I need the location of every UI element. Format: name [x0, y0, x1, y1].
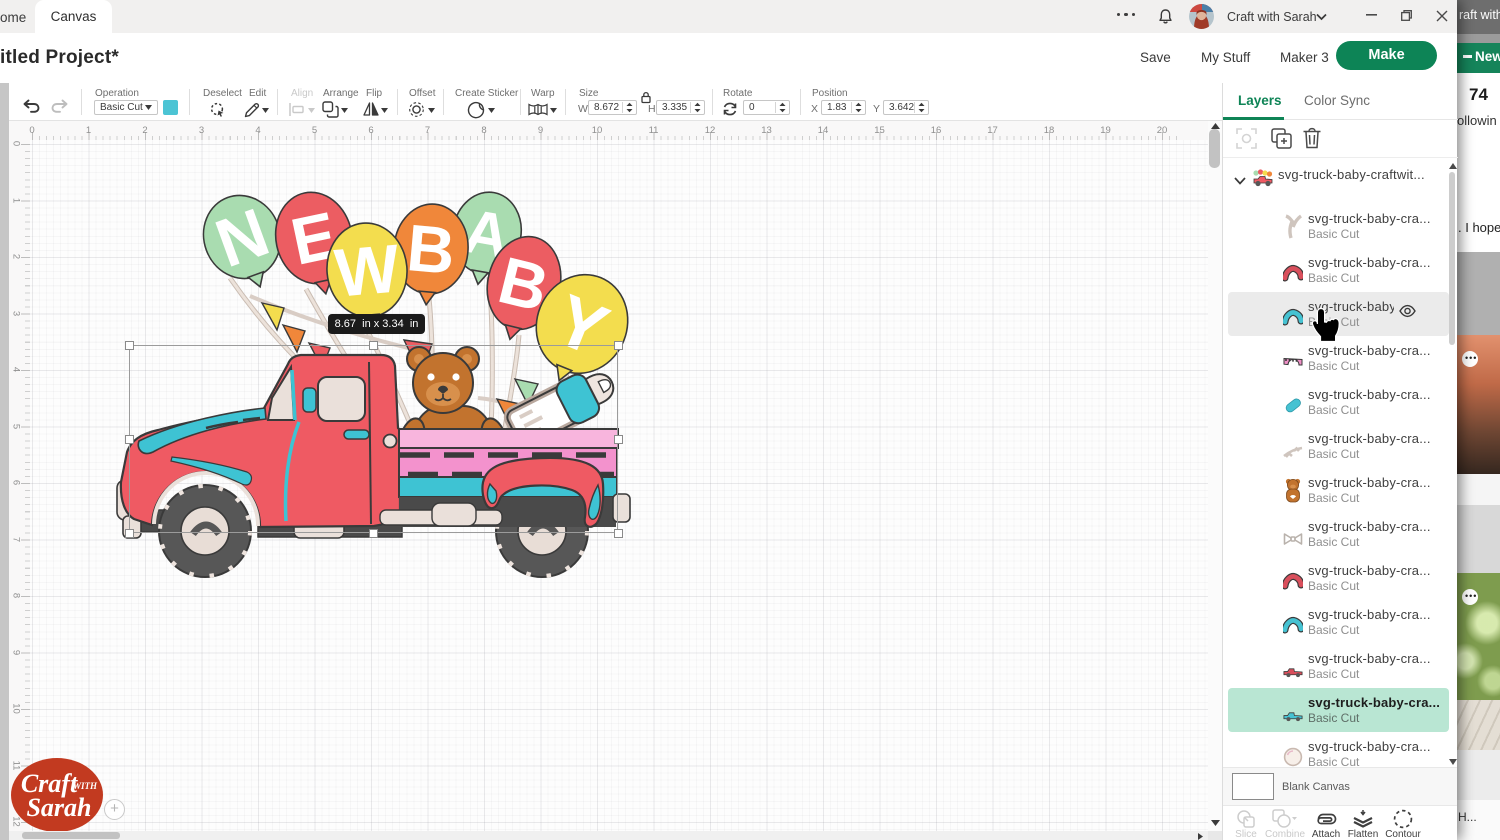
svg-text:WITH: WITH [73, 781, 98, 791]
svg-text:W: W [332, 230, 403, 311]
svg-text:Sarah: Sarah [26, 793, 91, 822]
svg-text:B: B [404, 210, 458, 288]
